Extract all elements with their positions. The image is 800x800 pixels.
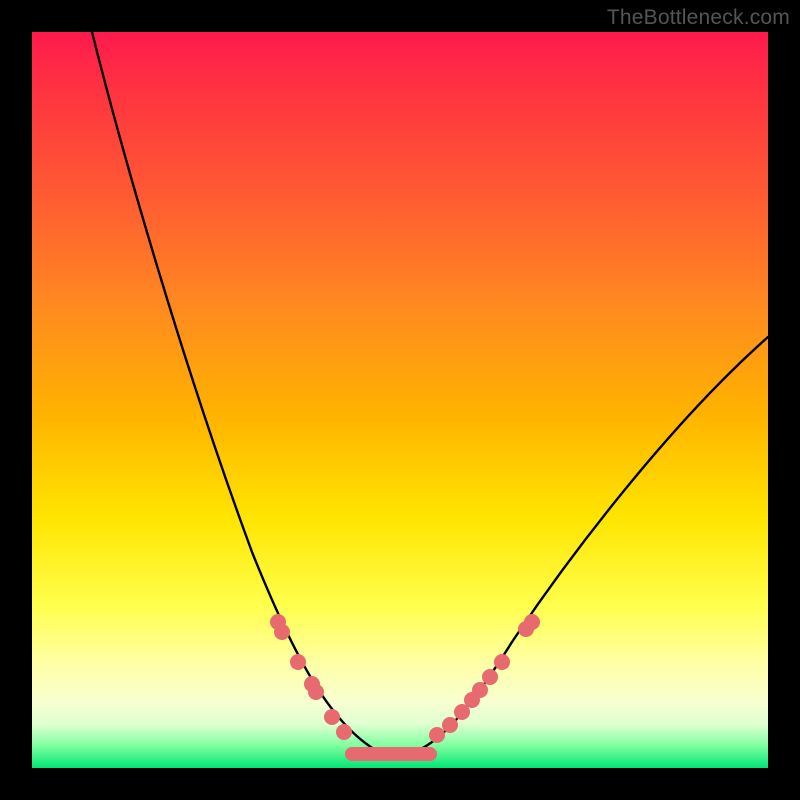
watermark-text: TheBottleneck.com xyxy=(607,6,790,30)
chart-frame: TheBottleneck.com xyxy=(0,0,800,800)
marker-dot xyxy=(274,624,290,640)
marker-dot xyxy=(290,654,306,670)
marker-dot xyxy=(429,727,445,743)
chart-overlay xyxy=(32,32,768,768)
marker-dot xyxy=(472,682,488,698)
chart-plot-area xyxy=(32,32,768,768)
marker-dot xyxy=(336,724,352,740)
marker-dot xyxy=(482,669,498,685)
marker-dot xyxy=(308,684,324,700)
marker-dot xyxy=(442,717,458,733)
marker-dot xyxy=(494,654,510,670)
marker-dot xyxy=(324,709,340,725)
bottleneck-curve xyxy=(92,32,768,756)
marker-dot xyxy=(524,614,540,630)
